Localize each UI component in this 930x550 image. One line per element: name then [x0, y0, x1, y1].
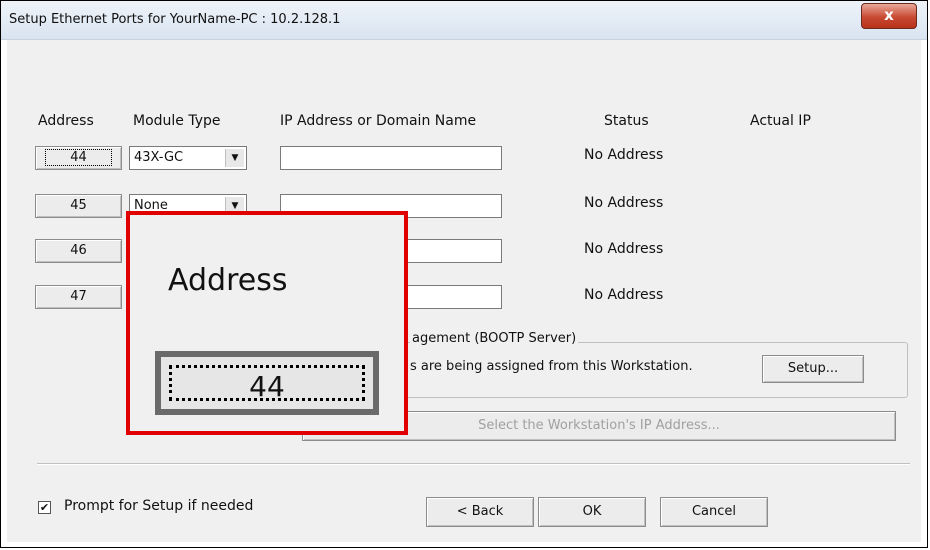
- module-type-select-44[interactable]: 43X-GC ▼: [129, 146, 247, 170]
- address-button-47[interactable]: 47: [35, 285, 122, 309]
- address-label: 45: [70, 198, 87, 213]
- header-address: Address: [38, 113, 94, 129]
- address-label: 44: [45, 149, 112, 166]
- header-ip: IP Address or Domain Name: [280, 113, 477, 129]
- close-button[interactable]: x: [861, 3, 917, 29]
- ok-label: OK: [582, 504, 602, 519]
- ip-field-44[interactable]: [280, 146, 502, 170]
- checkmark-icon: ✔: [39, 501, 50, 514]
- prompt-label: Prompt for Setup if needed: [64, 498, 254, 514]
- header-status: Status: [604, 113, 649, 129]
- status-45: No Address: [584, 195, 664, 211]
- zoom-title: Address: [168, 263, 288, 298]
- address-label: 46: [70, 243, 87, 258]
- prompt-checkbox[interactable]: ✔: [38, 501, 51, 514]
- header-module-type: Module Type: [133, 113, 221, 129]
- zoom-callout: Address 44: [126, 211, 408, 435]
- window-title: Setup Ethernet Ports for YourName-PC : 1…: [9, 12, 341, 27]
- title-bar: Setup Ethernet Ports for YourName-PC : 1…: [1, 1, 927, 40]
- separator: [37, 463, 910, 465]
- back-label: < Back: [456, 504, 504, 519]
- close-icon: x: [884, 6, 894, 24]
- select-workstation-ip-label: Select the Workstation's IP Address...: [478, 418, 720, 433]
- back-button[interactable]: < Back: [426, 497, 534, 527]
- cancel-button[interactable]: Cancel: [660, 497, 768, 527]
- address-button-44[interactable]: 44: [35, 146, 122, 170]
- address-label: 47: [70, 289, 87, 304]
- setup-button[interactable]: Setup...: [762, 355, 864, 383]
- zoom-address-value: 44: [249, 370, 285, 403]
- status-47: No Address: [584, 287, 664, 303]
- status-46: No Address: [584, 241, 664, 257]
- address-button-45[interactable]: 45: [35, 194, 122, 218]
- setup-label: Setup...: [787, 361, 839, 376]
- zoom-focus-rect: 44: [169, 365, 365, 403]
- module-type-value: 43X-GC: [134, 150, 184, 165]
- bootp-group-label: agement (BOOTP Server): [410, 331, 579, 346]
- chevron-down-icon: ▼: [225, 149, 244, 167]
- ok-button[interactable]: OK: [538, 497, 646, 527]
- header-actual-ip: Actual IP: [750, 113, 811, 129]
- address-button-46[interactable]: 46: [35, 239, 122, 263]
- zoom-address-button: 44: [155, 351, 379, 415]
- bootp-text: s are being assigned from this Workstati…: [410, 359, 693, 374]
- status-44: No Address: [584, 147, 664, 163]
- cancel-label: Cancel: [691, 504, 737, 519]
